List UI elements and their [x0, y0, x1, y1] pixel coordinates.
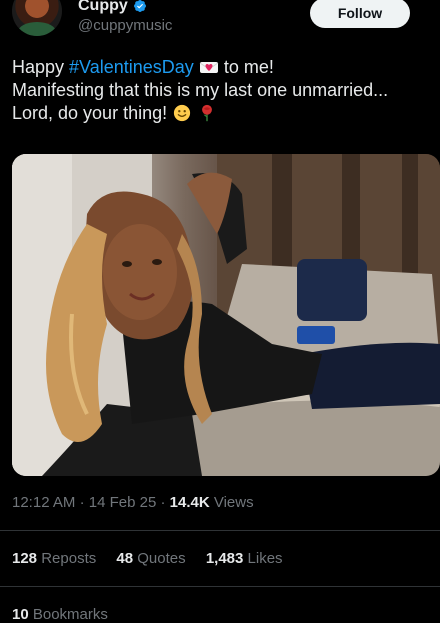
bookmarks-link[interactable]: 10 Bookmarks: [12, 606, 108, 623]
reposts-count: 128: [12, 550, 38, 567]
photo-illustration: [12, 154, 440, 476]
views-label: Views: [213, 494, 254, 511]
tweet-line-2: Manifesting that this is my last one unm…: [12, 80, 389, 100]
meta-separator: ·: [160, 494, 170, 511]
divider: [0, 586, 440, 587]
tweet-line-1: Happy #ValentinesDay to me!: [12, 56, 432, 79]
bookmarks-count: 10: [12, 606, 29, 623]
tweet-line-1-suffix: to me!: [223, 57, 274, 77]
verified-badge-icon: [133, 0, 146, 12]
likes-count: 1,483: [205, 550, 244, 567]
follow-button[interactable]: Follow: [310, 0, 410, 28]
tweet-header: Cuppy @cuppymusic Follow: [0, 0, 440, 50]
reposts-label: Reposts: [41, 550, 97, 567]
views-count: 14.4K: [169, 494, 210, 511]
author-name-row[interactable]: Cuppy: [78, 0, 147, 15]
heart-envelope-icon: [199, 62, 219, 73]
rose-icon: [202, 104, 213, 122]
bookmarks-label: Bookmarks: [32, 606, 108, 623]
quotes-label: Quotes: [137, 550, 186, 567]
tweet-time[interactable]: 12:12 AM: [12, 494, 75, 511]
tweet-line-1-prefix: Happy: [12, 57, 70, 77]
tweet-photo[interactable]: [12, 154, 440, 476]
tweet-meta: 12:12 AM · 14 Feb 25 · 14.4K Views: [12, 494, 254, 511]
likes-label: Likes: [247, 550, 283, 567]
author-display-name[interactable]: Cuppy: [78, 0, 128, 15]
tweet-text: Happy #ValentinesDay to me! Manifesting …: [12, 56, 432, 125]
smiley-face-icon: [174, 104, 191, 122]
tweet-date[interactable]: 14 Feb 25: [89, 494, 157, 511]
avatar[interactable]: [12, 0, 62, 36]
meta-separator: ·: [79, 494, 89, 511]
author-handle[interactable]: @cuppymusic: [78, 17, 172, 34]
tweet-line-3: Lord, do your thing!: [12, 102, 432, 125]
likes-link[interactable]: 1,483 Likes: [206, 550, 283, 567]
quotes-link[interactable]: 48 Quotes: [116, 550, 185, 567]
reposts-link[interactable]: 128 Reposts: [12, 550, 96, 567]
hashtag-link[interactable]: #ValentinesDay: [69, 57, 194, 77]
quotes-count: 48: [116, 550, 134, 567]
divider: [0, 530, 440, 531]
avatar-shoulders: [18, 22, 56, 36]
tweet-line-3-text: Lord, do your thing!: [12, 103, 168, 123]
engagement-stats: 128 Reposts 48 Quotes 1,483 Likes: [12, 550, 299, 567]
